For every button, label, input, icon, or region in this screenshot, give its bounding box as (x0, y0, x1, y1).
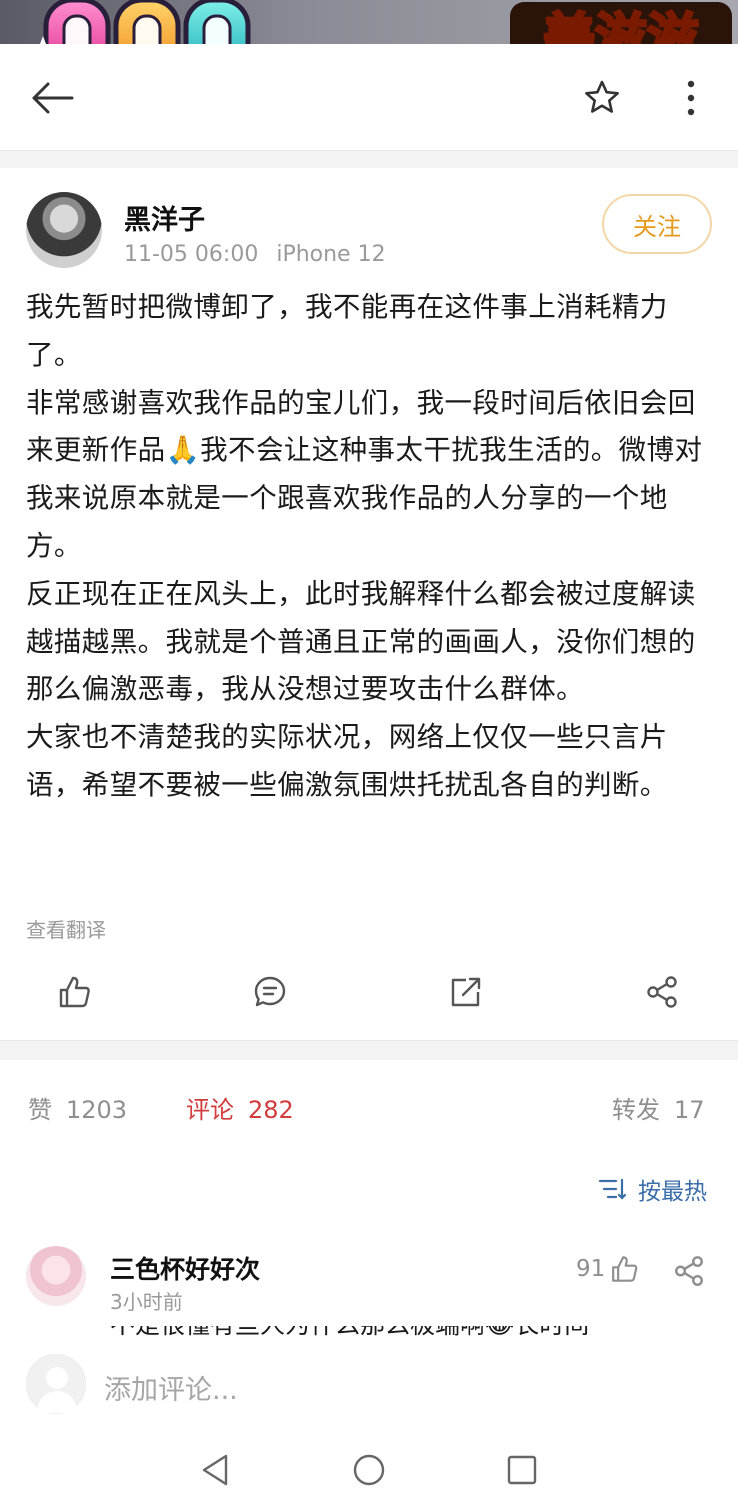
post-paragraph: 非常感谢喜欢我作品的宝儿们，我一段时间后依旧会回来更新作品🙏我不会让这种事太干扰… (26, 386, 703, 562)
section-divider (0, 1040, 738, 1060)
author-avatar[interactable] (26, 192, 102, 268)
top-bar (0, 44, 738, 150)
post-paragraph: 反正现在正在风头上，此时我解释什么都会被过度解读越描越黑。我就是个普通且正常的画… (26, 577, 696, 706)
follow-button[interactable]: 关注 (602, 194, 712, 254)
view-translation-link[interactable]: 查看翻译 (26, 914, 106, 943)
post-paragraph: 我先暂时把微博卸了，我不能再在这件事上消耗精力了。 (26, 291, 668, 371)
comments-count: 282 (248, 1096, 294, 1124)
post-paragraph: 大家也不清楚我的实际状况，网络上仅仅一些只言片语，希望不要被一些偏激氛围烘托扰乱… (26, 721, 668, 801)
back-triangle-icon[interactable] (196, 1450, 236, 1490)
likes-count: 1203 (66, 1096, 128, 1124)
share-icon[interactable] (642, 966, 682, 1018)
section-divider (0, 150, 738, 168)
recents-square-icon[interactable] (502, 1450, 542, 1490)
stats-row: 赞 1203 评论 282 转发 17 (0, 1090, 738, 1130)
post-meta: 11-05 06:00 iPhone 12 (124, 242, 386, 267)
comment-like-count: 91 (576, 1256, 606, 1282)
comment-text-line: 不是很懂有些人为什么那么极端啊😂长时间 (110, 1326, 710, 1340)
post-time: 11-05 06:00 (124, 242, 259, 267)
comment-icon[interactable] (250, 966, 290, 1018)
system-nav-bar (0, 1430, 738, 1507)
like-icon (612, 1256, 638, 1282)
home-circle-icon[interactable] (349, 1450, 389, 1490)
sort-by-hot-button[interactable]: 按最热 (598, 1172, 707, 1206)
sort-label: 按最热 (638, 1179, 707, 1205)
reposts-label: 转发 (612, 1096, 660, 1124)
sort-icon (598, 1178, 627, 1200)
post-content: 我先暂时把微博卸了，我不能再在这件事上消耗精力了。 非常感谢喜欢我作品的宝儿们，… (26, 284, 706, 810)
comments-label: 评论 (186, 1096, 234, 1124)
likes-tab[interactable]: 赞 1203 (28, 1090, 127, 1125)
more-vertical-icon[interactable] (676, 78, 706, 118)
comments-tab[interactable]: 评论 282 (186, 1090, 294, 1125)
star-outline-icon[interactable] (582, 78, 622, 118)
share-icon[interactable] (672, 1254, 706, 1288)
repost-icon[interactable] (446, 966, 486, 1018)
post-device: iPhone 12 (276, 242, 386, 267)
my-avatar (26, 1354, 86, 1414)
comment-like-button[interactable]: 91 (576, 1254, 639, 1284)
commenter-name[interactable]: 三色杯好好次 (110, 1250, 260, 1286)
author-name[interactable]: 黑洋子 (124, 198, 205, 237)
comment-input-bar: 添加评论... (0, 1340, 738, 1430)
likes-label: 赞 (28, 1096, 52, 1124)
post-actions (0, 966, 738, 1018)
add-comment-input[interactable]: 添加评论... (104, 1368, 238, 1407)
arrow-left-icon[interactable] (28, 78, 76, 118)
reposts-count: 17 (674, 1096, 705, 1124)
comment-text: 不是很懂有些人为什么那么极端啊😂长时间 (110, 1326, 710, 1340)
reposts-tab[interactable]: 转发 17 (612, 1090, 705, 1125)
comment-time: 3小时前 (110, 1290, 183, 1314)
commenter-avatar[interactable] (26, 1246, 86, 1306)
like-icon[interactable] (54, 966, 94, 1018)
